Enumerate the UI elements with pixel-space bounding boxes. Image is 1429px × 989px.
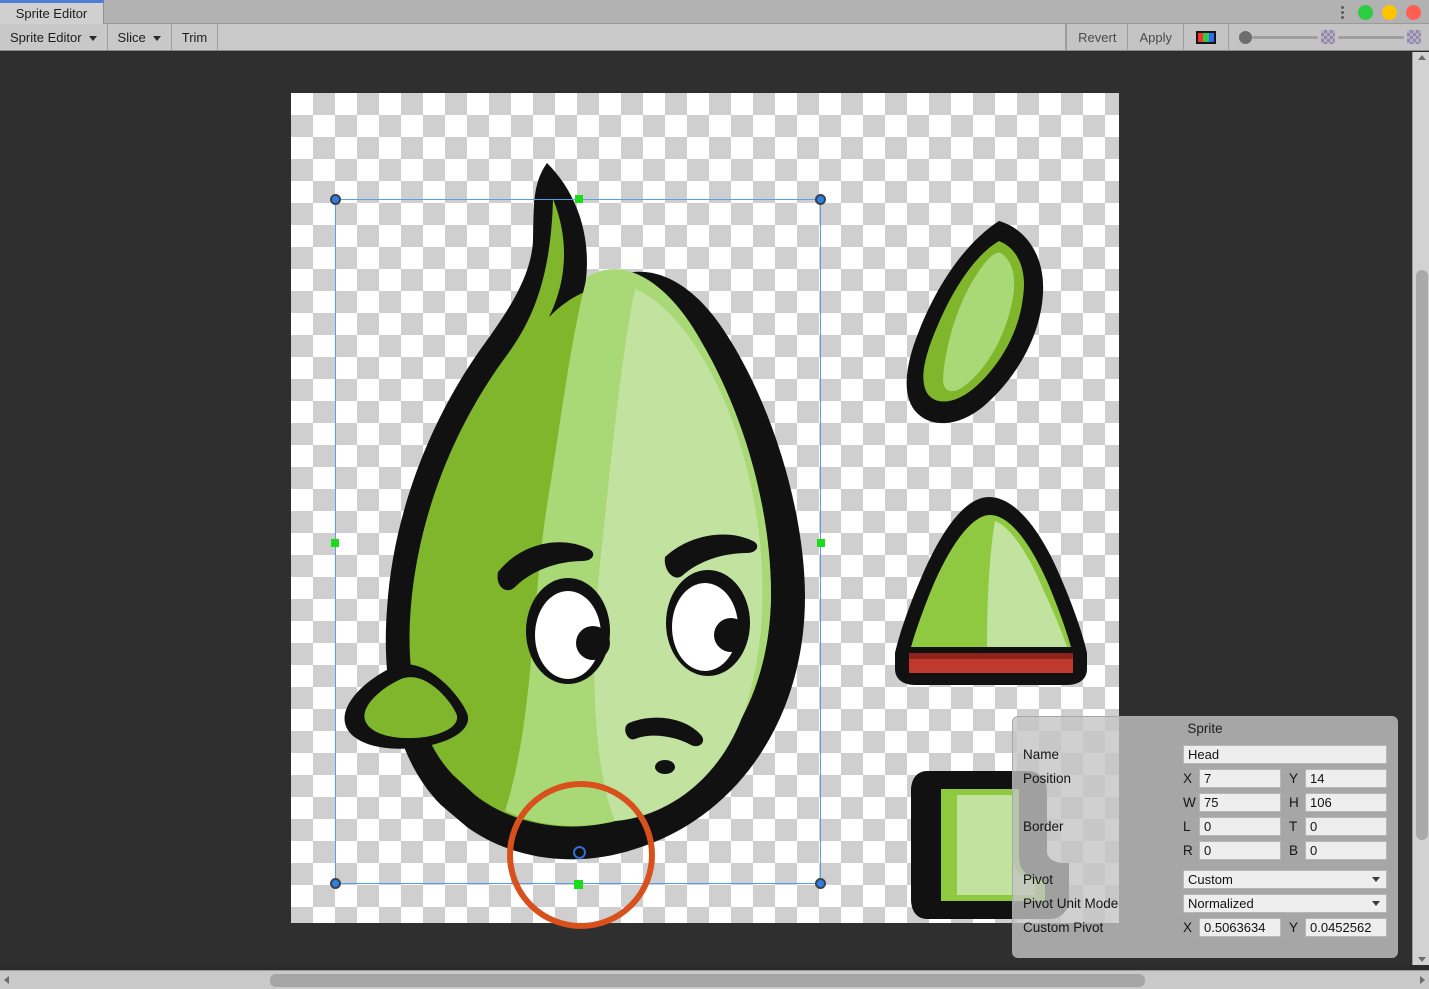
row-size: W 75 H 106 [1013, 790, 1397, 814]
chevron-down-icon [1372, 900, 1380, 906]
scroll-down-icon[interactable] [1418, 957, 1426, 962]
position-label: Position [1023, 770, 1072, 786]
sprite-sheet[interactable] [291, 93, 1119, 923]
alpha-slider-track[interactable] [1338, 35, 1404, 39]
horizontal-scrollbar-thumb[interactable] [270, 974, 1145, 987]
position-x-input[interactable]: 7 [1199, 768, 1281, 788]
vertical-scrollbar[interactable] [1412, 52, 1429, 965]
row-pivot: Pivot Custom [1013, 867, 1397, 891]
maximize-button[interactable] [1358, 4, 1373, 20]
name-input[interactable]: Head [1183, 744, 1387, 764]
horizontal-scrollbar[interactable] [0, 970, 1429, 989]
position-x-axis-label: X [1183, 770, 1193, 786]
border-r-axis-label: R [1183, 842, 1193, 858]
row-custom-pivot: Custom Pivot X 0.5063634 Y 0.0452562 [1013, 915, 1397, 939]
head-sprite[interactable] [335, 157, 875, 877]
border-l-axis-label: L [1183, 818, 1191, 834]
hat-sprite[interactable] [891, 493, 1091, 688]
scroll-right-icon[interactable] [1420, 976, 1425, 984]
annotation-highlight-circle [507, 781, 655, 929]
position-h-input[interactable]: 106 [1305, 792, 1387, 812]
pivot-label: Pivot [1023, 871, 1054, 887]
rgb-channel-toggle[interactable] [1183, 24, 1228, 50]
position-h-axis-label: H [1289, 794, 1299, 810]
pivot-unit-mode-dropdown[interactable]: Normalized [1183, 893, 1387, 913]
sprite-inspector-panel[interactable]: Sprite Name Head Position X 7 Y 14 W 75 … [1012, 716, 1398, 958]
trim-button[interactable]: Trim [171, 24, 219, 50]
rgb-channel-icon [1196, 30, 1216, 44]
kebab-menu-icon[interactable] [1341, 5, 1344, 19]
custom-pivot-x-input[interactable]: 0.5063634 [1199, 917, 1281, 937]
scroll-left-icon[interactable] [4, 976, 9, 984]
revert-button-label: Revert [1078, 29, 1117, 45]
pivot-dropdown-value: Custom [1188, 871, 1233, 887]
trim-button-label: Trim [181, 29, 208, 45]
title-bar: Sprite Editor [0, 0, 1429, 24]
close-button[interactable] [1406, 4, 1421, 20]
row-border-2: R 0 B 0 [1013, 838, 1397, 862]
alpha-checker-icon-left[interactable] [1321, 30, 1335, 44]
position-y-input[interactable]: 14 [1305, 768, 1387, 788]
border-t-input[interactable]: 0 [1305, 816, 1387, 836]
pivot-unit-mode-value: Normalized [1188, 895, 1254, 911]
row-pivot-unit-mode: Pivot Unit Mode Normalized [1013, 891, 1397, 915]
panel-title: Sprite [1187, 721, 1223, 736]
name-label: Name [1023, 746, 1060, 762]
custom-pivot-y-axis-label: Y [1289, 919, 1299, 935]
minimize-button[interactable] [1382, 4, 1397, 20]
border-b-input[interactable]: 0 [1305, 840, 1387, 860]
alpha-checker-icon-right[interactable] [1407, 30, 1421, 44]
border-t-axis-label: T [1289, 818, 1298, 834]
window-controls [1341, 0, 1421, 24]
scroll-up-icon[interactable] [1418, 55, 1426, 60]
custom-pivot-label: Custom Pivot [1023, 919, 1104, 935]
horn-sprite[interactable] [903, 215, 1053, 430]
toolbar-spacer [218, 24, 1067, 50]
pivot-dropdown[interactable]: Custom [1183, 869, 1387, 889]
slice-dropdown-label: Slice [117, 29, 146, 45]
toolbar: Sprite Editor Slice Trim Revert Apply [0, 24, 1429, 51]
zoom-slider-track[interactable] [1252, 35, 1318, 39]
position-w-axis-label: W [1183, 794, 1196, 810]
toolbar-right-group: Revert Apply [1066, 24, 1429, 50]
border-l-input[interactable]: 0 [1199, 816, 1281, 836]
window-tab-sprite-editor[interactable]: Sprite Editor [0, 0, 104, 24]
border-label: Border [1023, 818, 1064, 834]
position-w-input[interactable]: 75 [1199, 792, 1281, 812]
row-border: Border L 0 T 0 [1013, 814, 1397, 838]
chevron-down-icon [88, 35, 97, 41]
border-b-axis-label: B [1289, 842, 1299, 858]
window-tab-label: Sprite Editor [15, 6, 88, 21]
revert-button[interactable]: Revert [1066, 24, 1127, 50]
apply-button-label: Apply [1139, 29, 1172, 45]
zoom-and-alpha-sliders[interactable] [1228, 24, 1429, 50]
chevron-down-icon [152, 35, 161, 41]
zoom-slider-knob[interactable] [1239, 30, 1252, 44]
row-name: Name Head [1013, 742, 1397, 766]
custom-pivot-y-input[interactable]: 0.0452562 [1305, 917, 1387, 937]
slice-dropdown[interactable]: Slice [107, 24, 172, 50]
vertical-scrollbar-thumb[interactable] [1416, 270, 1428, 840]
chevron-down-icon [1372, 876, 1380, 882]
position-y-axis-label: Y [1289, 770, 1299, 786]
pivot-unit-mode-label: Pivot Unit Mode [1023, 895, 1119, 911]
sprite-editor-dropdown[interactable]: Sprite Editor [0, 24, 108, 50]
custom-pivot-x-axis-label: X [1183, 919, 1193, 935]
apply-button[interactable]: Apply [1127, 24, 1183, 50]
row-position: Position X 7 Y 14 [1013, 766, 1397, 790]
border-r-input[interactable]: 0 [1199, 840, 1281, 860]
sprite-editor-dropdown-label: Sprite Editor [10, 29, 82, 45]
